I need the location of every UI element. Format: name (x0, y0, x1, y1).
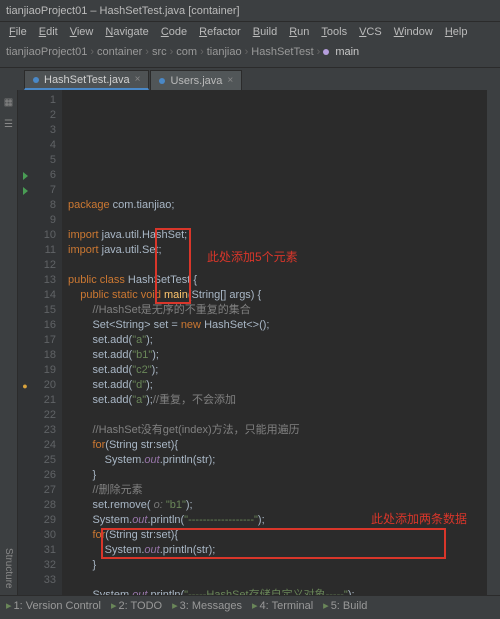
menu-file[interactable]: File (4, 24, 32, 40)
bottom-tab-terminal[interactable]: ▸4: Terminal (252, 599, 313, 612)
run-gutter-icon[interactable] (23, 172, 28, 180)
window-title: tianjiaoProject01 – HashSetTest.java [co… (6, 5, 240, 17)
gutter-icons: ● (18, 90, 32, 595)
code-line-8[interactable]: //HashSet是无序的不重复的集合 (68, 303, 486, 318)
code-line-6[interactable]: public class HashSetTest { (68, 273, 486, 288)
code-line-9[interactable]: Set<String> set = new HashSet<>(); (68, 318, 486, 333)
code-line-13[interactable]: set.add("d"); (68, 378, 486, 393)
window-title-bar: tianjiaoProject01 – HashSetTest.java [co… (0, 0, 500, 22)
bottom-tab-build[interactable]: ▸5: Build (323, 599, 367, 612)
crumb-6[interactable]: main (335, 46, 359, 58)
code-line-17[interactable]: for(String str:set){ (68, 438, 486, 453)
crumb-0[interactable]: tianjiaoProject01 (6, 46, 87, 58)
menu-tools[interactable]: Tools (316, 24, 352, 40)
code-line-10[interactable]: set.add("a"); (68, 333, 486, 348)
crumb-3[interactable]: com (176, 46, 197, 58)
menu-refactor[interactable]: Refactor (194, 24, 246, 40)
main-area: ▦ ☰ Structure ● 123456789101112131415161… (0, 90, 500, 595)
code-line-20[interactable]: //删除元素 (68, 483, 486, 498)
left-tool-stripe: ▦ ☰ Structure (0, 90, 18, 595)
crumb-2[interactable]: src (152, 46, 167, 58)
code-line-22[interactable]: System.out.println("------------------")… (68, 513, 486, 528)
line-number-gutter: 1234567891011121314151617181920212223242… (32, 90, 62, 595)
code-line-18[interactable]: System.out.println(str); (68, 453, 486, 468)
breadcrumb: tianjiaoProject01›container›src›com›tian… (0, 42, 500, 62)
menu-vcs[interactable]: VCS (354, 24, 387, 40)
code-line-1[interactable]: package com.tianjiao; (68, 198, 486, 213)
code-line-4[interactable]: import java.util.Set; (68, 243, 486, 258)
bottom-tab-todo[interactable]: ▸2: TODO (111, 599, 162, 612)
bottom-tab-messages[interactable]: ▸3: Messages (172, 599, 242, 612)
code-line-23[interactable]: for(String str:set){ (68, 528, 486, 543)
code-line-11[interactable]: set.add("b1"); (68, 348, 486, 363)
project-tool-icon[interactable]: ▦ (3, 96, 15, 108)
right-tool-stripe (486, 90, 500, 595)
menu-navigate[interactable]: Navigate (100, 24, 153, 40)
code-area[interactable]: 此处添加5个元素 此处添加两条数据 package com.tianjiao;i… (62, 90, 486, 595)
code-line-14[interactable]: set.add("a");//重复，不会添加 (68, 393, 486, 408)
close-icon[interactable]: × (135, 74, 141, 85)
bottom-tab-version-control[interactable]: ▸1: Version Control (6, 599, 101, 612)
code-line-2[interactable] (68, 213, 486, 228)
code-editor[interactable]: ● 12345678910111213141516171819202122232… (18, 90, 486, 595)
code-line-16[interactable]: //HashSet没有get(index)方法，只能用遍历 (68, 423, 486, 438)
tab-hashsettest-java[interactable]: HashSetTest.java× (24, 70, 149, 90)
code-line-25[interactable]: } (68, 558, 486, 573)
code-line-26[interactable] (68, 573, 486, 588)
code-line-7[interactable]: public static void main(String[] args) { (68, 288, 486, 303)
code-line-15[interactable] (68, 408, 486, 423)
bottom-tool-bar: ▸1: Version Control ▸2: TODO ▸3: Messages ▸… (0, 595, 500, 615)
code-line-12[interactable]: set.add("c2"); (68, 363, 486, 378)
editor-tabs: HashSetTest.java×Users.java× (0, 68, 500, 90)
code-line-3[interactable]: import java.util.HashSet; (68, 228, 486, 243)
menu-view[interactable]: View (65, 24, 99, 40)
menu-help[interactable]: Help (440, 24, 473, 40)
close-icon[interactable]: × (227, 75, 233, 86)
menu-build[interactable]: Build (248, 24, 282, 40)
menu-edit[interactable]: Edit (34, 24, 63, 40)
crumb-4[interactable]: tianjiao (207, 46, 242, 58)
code-line-24[interactable]: System.out.println(str); (68, 543, 486, 558)
class-icon (159, 78, 165, 84)
tab-users-java[interactable]: Users.java× (150, 70, 242, 90)
class-icon (33, 77, 39, 83)
crumb-5[interactable]: HashSetTest (251, 46, 313, 58)
menu-window[interactable]: Window (389, 24, 438, 40)
intention-bulb-icon[interactable]: ● (22, 381, 27, 391)
run-gutter-icon[interactable] (23, 187, 28, 195)
menu-code[interactable]: Code (156, 24, 192, 40)
code-line-21[interactable]: set.remove( o: "b1"); (68, 498, 486, 513)
status-bar: ▪ All files are up-to-date (8 minutes ag… (0, 615, 500, 619)
crumb-1[interactable]: container (97, 46, 142, 58)
menu-run[interactable]: Run (284, 24, 314, 40)
code-line-5[interactable] (68, 258, 486, 273)
menu-bar: FileEditViewNavigateCodeRefactorBuildRun… (0, 22, 500, 42)
structure-tool-icon[interactable]: ☰ (3, 118, 15, 130)
code-line-19[interactable]: } (68, 468, 486, 483)
structure-label[interactable]: Structure (3, 548, 14, 589)
code-line-27[interactable]: System.out.println("-----HashSet存储自定义对象-… (68, 588, 486, 595)
